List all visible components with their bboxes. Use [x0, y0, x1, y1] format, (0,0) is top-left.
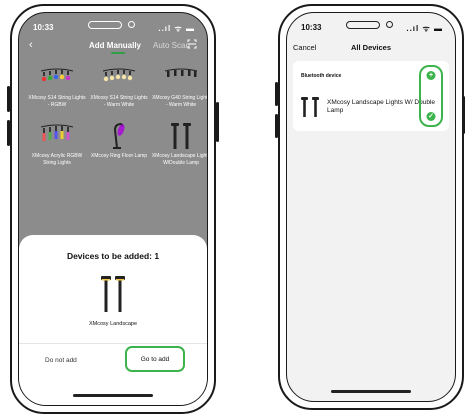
sheet-device-name: XMcosy Landscape: [89, 321, 137, 327]
string-lights-icon: [27, 65, 87, 91]
devices-to-add-sheet: Devices to be added: 1 XMcosy Landscape …: [19, 235, 207, 405]
product-label: XMcosy Landscape Lights W/Double Lamp: [151, 153, 208, 166]
landscape-lamp-icon: [100, 275, 126, 318]
phone-side-button: [7, 86, 10, 112]
product-label: XMcosy S14 String Lights - RGBW: [28, 95, 86, 108]
status-signal-icon: ..ıl ᯤ ▬: [406, 24, 443, 33]
product-card[interactable]: XMcosy Ring Floor Lamp: [89, 122, 149, 160]
phone-right: 10:33 ..ıl ᯤ ▬ Cancel All Devices Blueto…: [275, 4, 465, 410]
back-icon[interactable]: ‹: [29, 39, 33, 51]
landscape-lamp-icon: [301, 97, 319, 122]
floor-lamp-icon: [89, 122, 149, 149]
landscape-lamp-icon: [151, 123, 207, 149]
page-title: All Devices: [350, 43, 392, 52]
phone-power-button: [216, 102, 219, 142]
phone-side-button: [7, 120, 10, 146]
phone-side-button: [275, 114, 278, 138]
string-lights-icon: [89, 65, 149, 91]
go-to-add-button[interactable]: Go to add: [125, 346, 185, 372]
product-label: XMcosy Ring Floor Lamp: [90, 153, 148, 159]
product-card[interactable]: XMcosy Acrylic RGBW String Lights: [27, 123, 87, 166]
product-label: XMcosy G40 String Lights - Warm White: [152, 95, 208, 108]
add-nav-bar: ‹ Add Manually Auto Scan: [19, 37, 207, 57]
product-card[interactable]: XMcosy S14 String Lights - RGBW: [27, 65, 87, 108]
screen-add-device: 10:33 ..ıl ᯤ ▬ ‹ Add Manually Auto Scan …: [18, 12, 208, 406]
phone-left: 10:33 ..ıl ᯤ ▬ ‹ Add Manually Auto Scan …: [7, 4, 219, 414]
tab-add-manually[interactable]: Add Manually: [89, 41, 141, 50]
product-card[interactable]: XMcosy S14 String Lights - Warm White: [89, 65, 149, 108]
product-card[interactable]: XMcosy G40 String Lights - Warm White: [151, 65, 208, 108]
phone-side-button: [275, 82, 278, 106]
string-lights-icon: [151, 65, 207, 91]
check-icon[interactable]: ✓: [426, 112, 436, 121]
product-label: XMcosy Acrylic RGBW String Lights: [31, 153, 83, 166]
string-lights-icon: [27, 123, 87, 149]
notch: [336, 17, 406, 32]
add-device-icon[interactable]: +: [426, 71, 436, 80]
devices-nav-bar: Cancel All Devices: [287, 39, 455, 59]
product-card[interactable]: XMcosy Landscape Lights W/Double Lamp: [151, 123, 208, 166]
status-time: 10:33: [301, 23, 322, 32]
product-label: XMcosy S14 String Lights - Warm White: [90, 95, 148, 108]
tab-auto-scan[interactable]: Auto Scan: [153, 41, 190, 50]
tab-active-indicator: [111, 52, 125, 54]
device-actions-highlight: + ✓: [419, 65, 443, 127]
scan-icon[interactable]: [187, 39, 197, 52]
section-label: Bluetooth device: [301, 73, 342, 79]
screen-all-devices: 10:33 ..ıl ᯤ ▬ Cancel All Devices Blueto…: [286, 12, 456, 402]
status-time: 10:33: [33, 23, 54, 32]
bluetooth-device-card: Bluetooth device XMcosy Landscape Lights…: [293, 61, 449, 131]
status-signal-icon: ..ıl ᯤ ▬: [158, 24, 195, 33]
sheet-title: Devices to be added: 1: [66, 251, 160, 261]
divider: [19, 343, 207, 344]
home-indicator: [73, 394, 153, 397]
do-not-add-button[interactable]: Do not add: [45, 357, 77, 364]
notch: [78, 17, 148, 32]
home-indicator: [331, 390, 411, 393]
